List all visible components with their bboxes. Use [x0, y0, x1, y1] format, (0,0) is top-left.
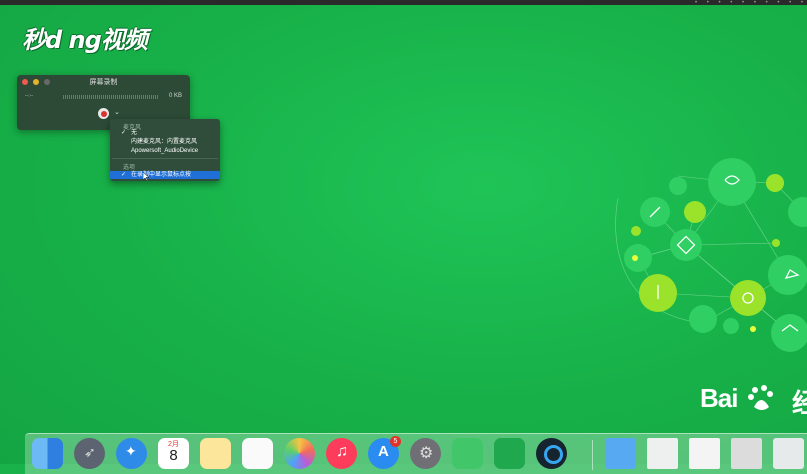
menu-item-mic-none[interactable]: ✓ 无	[110, 129, 220, 137]
recording-size: 0 KB	[168, 93, 182, 99]
menu-bar: • • • • • • • • • •	[0, 0, 807, 6]
notes-icon[interactable]	[200, 438, 231, 469]
audio-level-meter	[63, 95, 159, 99]
launchpad-icon[interactable]: ➶	[74, 438, 105, 469]
finder-icon[interactable]	[32, 438, 63, 469]
green-app-icon[interactable]	[494, 438, 525, 469]
menu-separator	[112, 158, 218, 159]
quicktime-icon[interactable]	[536, 438, 567, 469]
recorder-status-row: --:-- 0 KB	[25, 93, 182, 101]
reminders-icon[interactable]	[242, 438, 273, 469]
calendar-icon[interactable]: 2月 8	[158, 438, 189, 469]
recording-options-menu: 麦克风 ✓ 无 内建麦克风：内置麦克风 Apowersoft_AudioDevi…	[110, 119, 220, 181]
chevron-down-icon[interactable]: ⌄	[114, 108, 120, 116]
dock-divider	[592, 440, 593, 470]
record-button[interactable]	[98, 108, 109, 119]
menu-item-builtin-mic[interactable]: 内建麦克风：内置麦克风	[110, 138, 220, 146]
recorder-title: 屏幕录制	[89, 79, 118, 86]
checkmark-icon: ✓	[121, 130, 127, 136]
document-icon[interactable]	[731, 438, 762, 469]
menu-bar-status-icons: • • • • • • • • • •	[694, 0, 807, 6]
options-section-header: 选项	[123, 165, 136, 171]
safari-icon[interactable]: ✦	[116, 438, 147, 469]
dock: ➶ ✦ 2月 8 ♫ A 5 ⚙	[25, 433, 807, 474]
system-preferences-icon[interactable]: ⚙	[410, 438, 441, 469]
itunes-icon[interactable]: ♫	[326, 438, 357, 469]
baidu-paw-icon	[748, 385, 773, 410]
app-store-icon[interactable]: A 5	[368, 436, 401, 469]
video-watermark: 秒d ng视频	[22, 26, 148, 54]
facetime-icon[interactable]	[452, 438, 483, 469]
recorder-titlebar[interactable]: 屏幕录制	[17, 75, 190, 88]
document-icon[interactable]	[647, 438, 678, 469]
wallpaper-network-graphic	[615, 158, 807, 352]
folder-icon[interactable]	[605, 438, 636, 469]
trash-icon[interactable]	[773, 438, 804, 469]
checkmark-icon: ✓	[121, 172, 127, 178]
menu-item-apowersoft-audio[interactable]: Apowersoft_AudioDevice	[110, 147, 220, 155]
record-dot-icon	[100, 110, 107, 117]
menu-item-show-mouse-clicks[interactable]: ✓ 在录制中显示鼠标点按	[110, 171, 220, 179]
mouse-cursor-icon	[143, 172, 149, 181]
network-nodes	[624, 158, 807, 352]
baidu-logo: Bai 经	[700, 383, 807, 418]
recording-time: --:--	[25, 93, 34, 99]
document-icon[interactable]	[689, 438, 720, 469]
notification-badge: 5	[390, 436, 401, 447]
photos-icon[interactable]	[284, 438, 315, 469]
